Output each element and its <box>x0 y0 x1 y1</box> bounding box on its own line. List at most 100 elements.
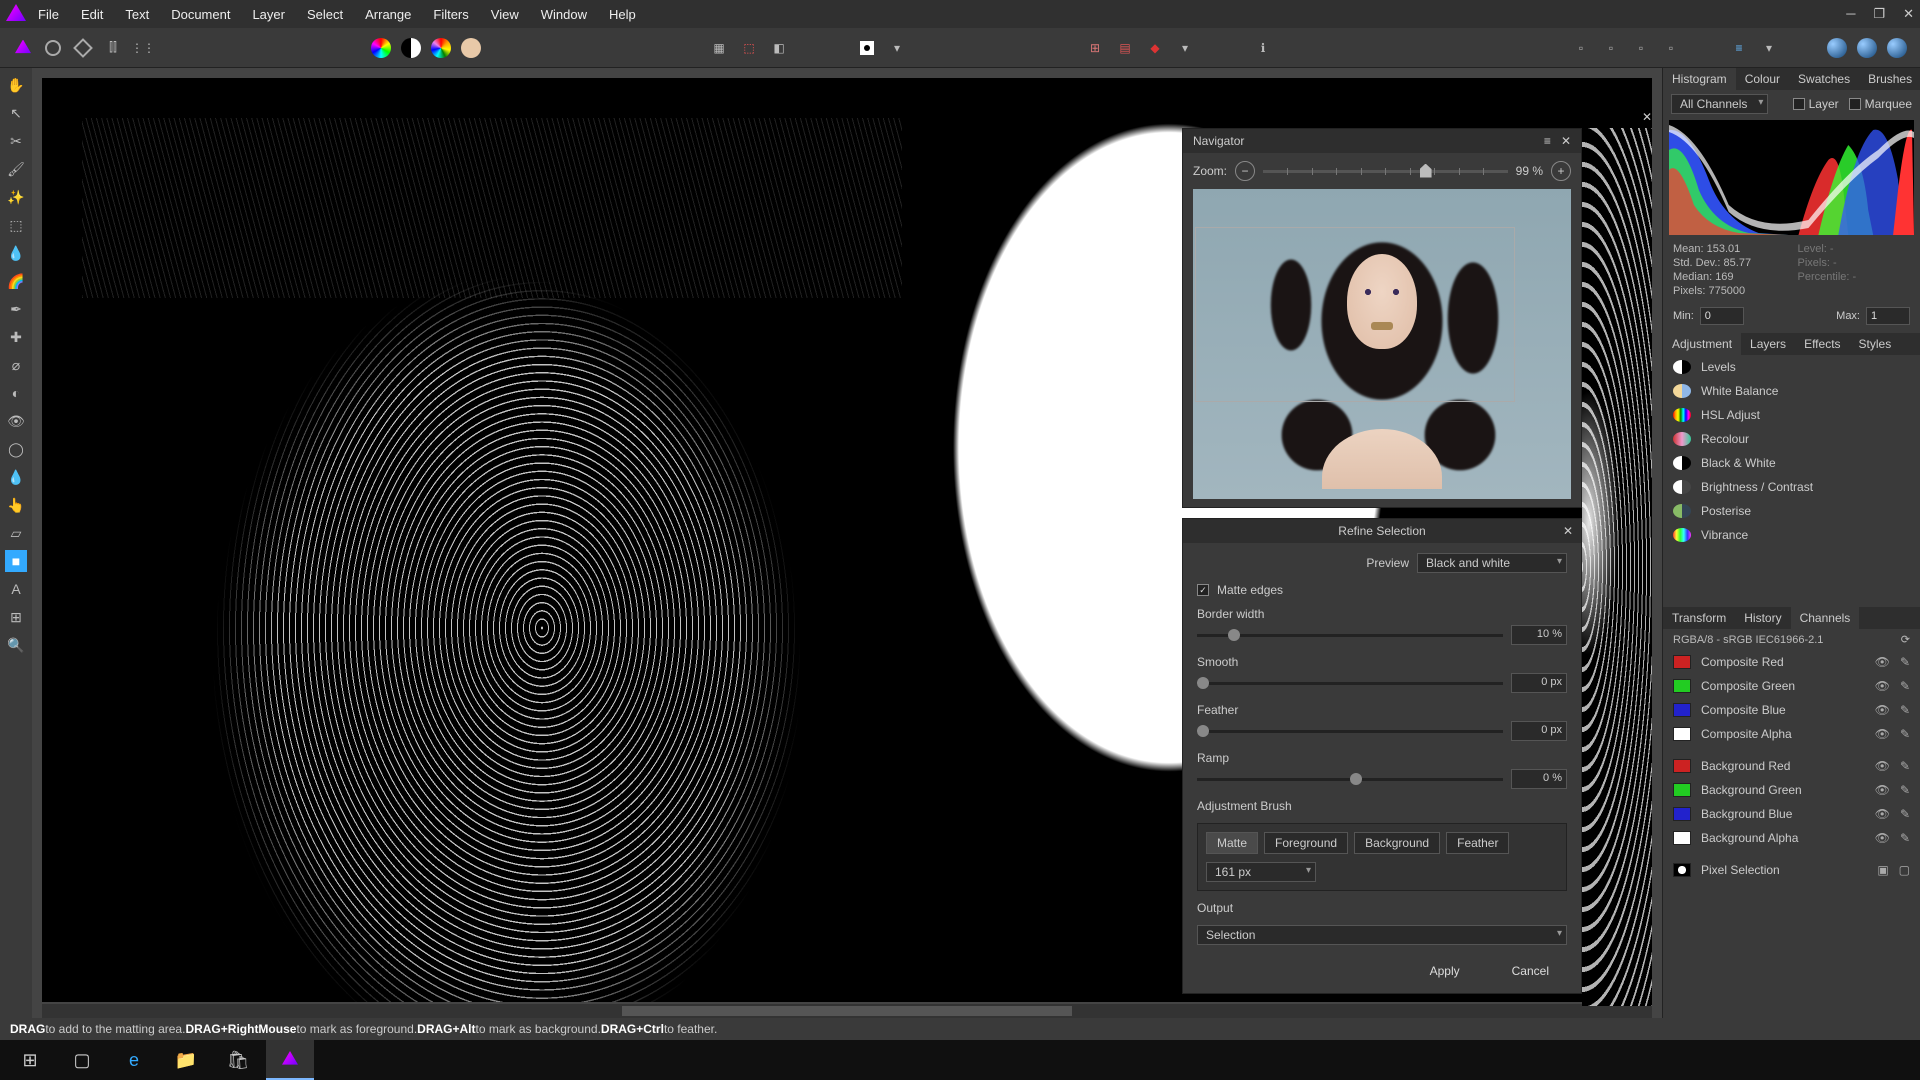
tab-colour[interactable]: Colour <box>1736 68 1789 90</box>
heal-tool-icon[interactable]: ✚ <box>5 326 27 348</box>
clone-tool-icon[interactable]: ⌀ <box>5 354 27 376</box>
ramp-slider[interactable] <box>1197 778 1503 781</box>
adjustment-brightness-contrast[interactable]: Brightness / Contrast <box>1663 475 1920 499</box>
store-icon[interactable]: 🛍 <box>214 1040 262 1080</box>
color-picker-tool-icon[interactable]: 💧 <box>5 466 27 488</box>
snapping-dropdown-icon[interactable]: ▾ <box>1174 37 1196 59</box>
edit-icon[interactable]: ✎ <box>1900 831 1910 845</box>
refine-close-icon[interactable]: ✕ <box>1563 524 1573 538</box>
eraser-tool-icon[interactable]: ▱ <box>5 522 27 544</box>
menu-text[interactable]: Text <box>125 7 149 22</box>
select-rect-icon[interactable]: ▦ <box>708 37 730 59</box>
persona-tone-icon[interactable]: ⋮⋮ <box>132 37 154 59</box>
feather-slider[interactable] <box>1197 730 1503 733</box>
zoom-in-button[interactable]: + <box>1551 161 1571 181</box>
feather-value[interactable]: 0 px <box>1511 721 1567 741</box>
channel-composite-green[interactable]: Composite Green👁✎ <box>1663 674 1920 698</box>
wand-tool-icon[interactable]: ✨ <box>5 186 27 208</box>
affinity-taskbar-icon[interactable] <box>266 1040 314 1080</box>
visibility-icon[interactable]: 👁 <box>1875 759 1890 773</box>
tab-transform[interactable]: Transform <box>1663 607 1735 629</box>
preview-mode-select[interactable]: Black and white <box>1417 553 1567 573</box>
reset-icon[interactable]: ⟳ <box>1901 633 1910 646</box>
guides-icon[interactable]: ▤ <box>1114 37 1136 59</box>
ramp-value[interactable]: 0 % <box>1511 769 1567 789</box>
edit-icon[interactable]: ✎ <box>1900 727 1910 741</box>
tab-swatches[interactable]: Swatches <box>1789 68 1859 90</box>
edit-icon[interactable]: ✎ <box>1900 783 1910 797</box>
persona-photo-icon[interactable] <box>42 37 64 59</box>
brush-mode-background[interactable]: Background <box>1354 832 1440 854</box>
channel-select[interactable]: All Channels <box>1671 94 1768 114</box>
layer-checkbox[interactable]: Layer <box>1793 97 1839 111</box>
tab-histogram[interactable]: Histogram <box>1663 68 1736 90</box>
arrange-1-icon[interactable]: ▫ <box>1570 37 1592 59</box>
tab-adjustment[interactable]: Adjustment <box>1663 333 1741 355</box>
zoom-out-button[interactable]: − <box>1235 161 1255 181</box>
quickmask-icon[interactable] <box>856 37 878 59</box>
menu-arrange[interactable]: Arrange <box>365 7 411 22</box>
blur-tool-icon[interactable]: ◐ <box>5 382 27 404</box>
brush-mode-foreground[interactable]: Foreground <box>1264 832 1348 854</box>
channel-background-alpha[interactable]: Background Alpha👁✎ <box>1663 826 1920 850</box>
menu-edit[interactable]: Edit <box>81 7 103 22</box>
close-button[interactable]: ✕ <box>1903 6 1914 22</box>
explorer-icon[interactable]: 📁 <box>162 1040 210 1080</box>
sphere-2-icon[interactable] <box>1856 37 1878 59</box>
sphere-1-icon[interactable] <box>1826 37 1848 59</box>
shape-tool-icon[interactable]: ■ <box>5 550 27 572</box>
panel-menu-icon[interactable]: ≡ <box>1544 134 1551 148</box>
minimize-button[interactable]: ─ <box>1846 6 1855 22</box>
tab-history[interactable]: History <box>1735 607 1790 629</box>
adjustment-white-balance[interactable]: White Balance <box>1663 379 1920 403</box>
sphere-3-icon[interactable] <box>1886 37 1908 59</box>
arrange-3-icon[interactable]: ▫ <box>1630 37 1652 59</box>
tab-layers[interactable]: Layers <box>1741 333 1795 355</box>
visibility-icon[interactable]: 👁 <box>1875 679 1890 693</box>
max-input[interactable] <box>1866 307 1910 325</box>
channel-background-red[interactable]: Background Red👁✎ <box>1663 754 1920 778</box>
visibility-icon[interactable]: 👁 <box>1875 727 1890 741</box>
arrange-2-icon[interactable]: ▫ <box>1600 37 1622 59</box>
visibility-icon[interactable]: 👁 <box>1875 807 1890 821</box>
edge-icon[interactable]: e <box>110 1040 158 1080</box>
edit-icon[interactable]: ✎ <box>1900 655 1910 669</box>
text-tool-icon[interactable]: A <box>5 578 27 600</box>
persona-liquify-icon[interactable] <box>72 37 94 59</box>
adjustment-posterise[interactable]: Posterise <box>1663 499 1920 523</box>
border-width-value[interactable]: 10 % <box>1511 625 1567 645</box>
menu-view[interactable]: View <box>491 7 519 22</box>
edit-icon[interactable]: ✎ <box>1900 679 1910 693</box>
tab-styles[interactable]: Styles <box>1850 333 1901 355</box>
tab-effects[interactable]: Effects <box>1795 333 1849 355</box>
swatch-wheel-icon[interactable] <box>430 37 452 59</box>
apply-button[interactable]: Apply <box>1412 961 1478 981</box>
mesh-tool-icon[interactable]: ⊞ <box>5 606 27 628</box>
menu-file[interactable]: File <box>38 7 59 22</box>
tab-channels[interactable]: Channels <box>1791 607 1860 629</box>
panel-close-icon[interactable]: ✕ <box>1561 134 1571 148</box>
adjustment-black-white[interactable]: Black & White <box>1663 451 1920 475</box>
start-button[interactable]: ⊞ <box>6 1040 54 1080</box>
crop-tool-icon[interactable]: ✂ <box>5 130 27 152</box>
channel-background-blue[interactable]: Background Blue👁✎ <box>1663 802 1920 826</box>
zoom-slider[interactable] <box>1263 170 1508 173</box>
menu-filters[interactable]: Filters <box>433 7 468 22</box>
adjustment-hsl-adjust[interactable]: HSL Adjust <box>1663 403 1920 427</box>
visibility-icon[interactable]: 👁 <box>1875 831 1890 845</box>
persona-develop-icon[interactable]: ⫿⫿ <box>102 37 124 59</box>
edit-icon[interactable]: ✎ <box>1900 703 1910 717</box>
gradient-tool-icon[interactable]: 🌈 <box>5 270 27 292</box>
viewport-indicator[interactable] <box>1195 227 1515 402</box>
output-select[interactable]: Selection <box>1197 925 1567 945</box>
marquee-tool-icon[interactable]: ⬚ <box>5 214 27 236</box>
brush-width-select[interactable]: 161 px <box>1206 862 1316 882</box>
matte-edges-checkbox[interactable]: ✓ <box>1197 584 1209 596</box>
menu-window[interactable]: Window <box>541 7 587 22</box>
floating-close-icon[interactable]: ✕ <box>1642 110 1652 124</box>
brush-tool-icon[interactable]: 🖌 <box>5 158 27 180</box>
select-invert-icon[interactable]: ◧ <box>768 37 790 59</box>
border-width-slider[interactable] <box>1197 634 1503 637</box>
min-input[interactable] <box>1700 307 1744 325</box>
pen-tool-icon[interactable]: ✒ <box>5 298 27 320</box>
